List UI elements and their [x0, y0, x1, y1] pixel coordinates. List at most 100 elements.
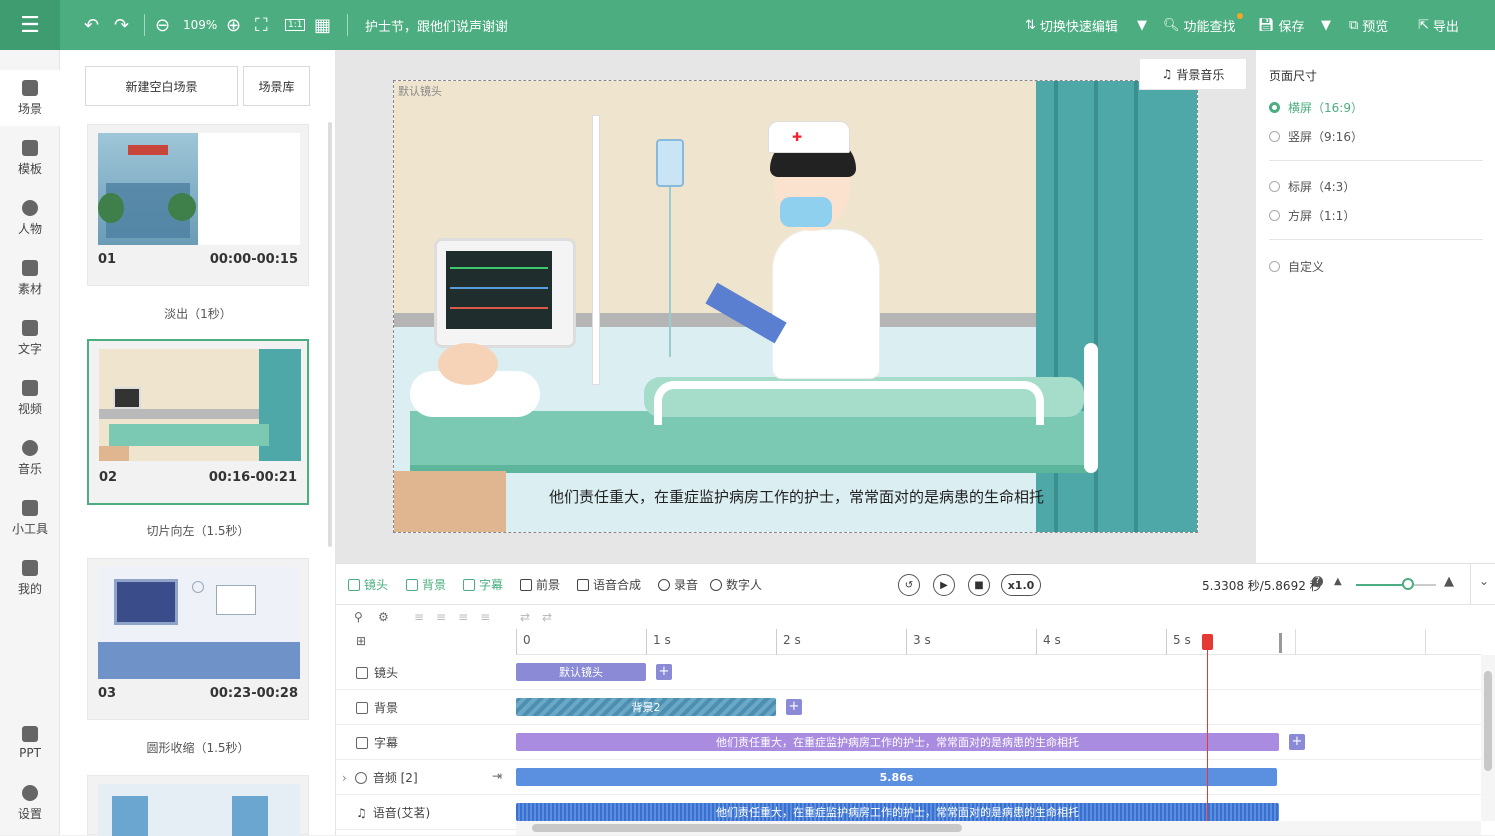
camera-icon [356, 666, 368, 679]
ecg-line [450, 267, 548, 269]
nav-item-video[interactable]: 视频 [0, 370, 60, 426]
tab-background[interactable]: 背景 [406, 576, 446, 593]
playhead-handle[interactable] [1202, 634, 1213, 650]
scene-transition[interactable]: 淡出（1秒） [87, 305, 309, 322]
stop-icon[interactable]: ■ [968, 574, 990, 596]
collapse-icon[interactable]: ⌄ [1479, 574, 1489, 588]
add-shot-button[interactable]: + [656, 664, 672, 680]
replay-icon[interactable]: ↺ [898, 574, 920, 596]
project-title[interactable]: 护士节，跟他们说声谢谢 [365, 0, 508, 50]
chevron-down-icon[interactable]: ▼ [1321, 0, 1331, 50]
menu-icon[interactable]: ☰ [0, 0, 60, 50]
grid-icon[interactable]: ▦ [314, 0, 331, 50]
scene-card-01[interactable]: 01 00:00-00:15 [87, 124, 309, 286]
nav-item-scene[interactable]: 场景 [0, 70, 60, 126]
tab-digital-human[interactable]: 数字人 [710, 576, 762, 593]
switch-edit-button[interactable]: ⇅ 切换快速编辑 [1025, 0, 1118, 50]
audio-clip[interactable]: 5.86s [516, 768, 1277, 786]
subtitle-text[interactable]: 他们责任重大，在重症监护病房工作的护士，常常面对的是病患的生命相托 [394, 486, 1197, 507]
radio-icon [1269, 210, 1280, 221]
play-icon[interactable]: ▶ [933, 574, 955, 596]
track-settings-icon[interactable]: ⚙ [378, 610, 389, 624]
add-background-button[interactable]: + [786, 699, 802, 715]
scene-thumbnail [98, 567, 300, 679]
new-blank-scene-button[interactable]: 新建空白场景 [85, 66, 238, 106]
ecg-line [450, 287, 548, 289]
horizontal-scrollbar[interactable] [516, 821, 1481, 835]
bg-music-button[interactable]: ♫ 背景音乐 [1139, 58, 1247, 90]
time-ruler[interactable]: 0 1 s 2 s 3 s 4 s 5 s [516, 629, 1481, 655]
scene-panel: 新建空白场景 场景库 01 00:00-00:15 淡出（1秒） 02 00:1… [60, 50, 336, 836]
redo-icon[interactable]: ↷ [114, 0, 129, 50]
save-button[interactable]: 💾︎ 保存 [1258, 0, 1305, 50]
radio-landscape[interactable]: 横屏（16:9） [1269, 99, 1363, 116]
scene-transition[interactable]: 圆形收缩（1.5秒） [87, 739, 309, 756]
nav-item-ppt[interactable]: PPT [0, 715, 60, 771]
background-icon [356, 701, 368, 714]
tab-record[interactable]: 录音 [658, 576, 698, 593]
camera-icon [348, 578, 360, 591]
tab-tts[interactable]: 语音合成 [577, 576, 641, 593]
nav-item-tools[interactable]: 小工具 [0, 490, 60, 546]
fullscreen-icon[interactable]: ⛶ [255, 0, 268, 50]
radio-portrait[interactable]: 竖屏（9:16） [1269, 128, 1363, 145]
scene-thumbnail [98, 784, 300, 836]
find-feature-button[interactable]: 🔍︎ 功能查找 [1163, 0, 1236, 50]
vertical-scrollbar[interactable] [1481, 655, 1495, 821]
ruler-tick: 1 s [646, 629, 671, 655]
nav-item-material[interactable]: 素材 [0, 250, 60, 306]
radio-standard[interactable]: 标屏（4:3） [1269, 178, 1355, 195]
export-button[interactable]: ⇱ 导出 [1418, 0, 1459, 50]
radio-icon [1269, 102, 1280, 113]
voice-clip[interactable]: 他们责任重大，在重症监护病房工作的护士，常常面对的是病患的生命相托 [516, 803, 1279, 821]
zoom-slider-handle[interactable] [1402, 578, 1414, 590]
vertical-scroll-thumb[interactable] [1484, 671, 1492, 771]
stage[interactable]: ✚ 默认镜头 他们责任重大，在重症监护病房工作的护士，常常面对的是病患的生命相托 [393, 80, 1198, 533]
add-subtitle-button[interactable]: + [1289, 734, 1305, 750]
end-marker[interactable] [1279, 633, 1282, 653]
preview-button[interactable]: ⧉ 预览 [1349, 0, 1388, 50]
nav-item-text[interactable]: 文字 [0, 310, 60, 366]
nav-item-character[interactable]: 人物 [0, 190, 60, 246]
nav-item-template[interactable]: 模板 [0, 130, 60, 186]
divider [1470, 564, 1471, 604]
layout-icon[interactable]: ⊞ [356, 634, 366, 648]
chevron-down-icon[interactable]: ▼ [1137, 0, 1147, 50]
nurse-body [772, 229, 880, 379]
ruler-tick: 2 s [776, 629, 801, 655]
radio-custom[interactable]: 自定义 [1269, 258, 1324, 275]
nav-item-settings[interactable]: 设置 [0, 775, 60, 831]
scene-card-04[interactable] [87, 775, 309, 836]
zoom-in-icon[interactable]: ⊕ [226, 0, 241, 50]
playhead[interactable] [1207, 636, 1208, 822]
scene-transition[interactable]: 切片向左（1.5秒） [87, 522, 309, 539]
zoom-out-icon[interactable]: ⊖ [155, 0, 170, 50]
nav-item-music[interactable]: 音乐 [0, 430, 60, 486]
ecg-line [450, 307, 548, 309]
radio-square[interactable]: 方屏（1:1） [1269, 207, 1355, 224]
zoom-small-icon[interactable]: ▲ [1334, 576, 1342, 587]
shot-clip[interactable]: 默认镜头 [516, 663, 646, 681]
filter-icon[interactable]: ⚲ [354, 610, 363, 624]
horizontal-scroll-thumb[interactable] [532, 824, 962, 832]
canvas-area: ✚ 默认镜头 他们责任重大，在重症监护病房工作的护士，常常面对的是病患的生命相托… [336, 50, 1255, 563]
background-clip[interactable]: 背景2 [516, 698, 776, 716]
chevron-right-icon[interactable]: › [342, 771, 347, 785]
scene-card-02[interactable]: 02 00:16-00:21 [87, 339, 309, 505]
import-icon[interactable]: ⇥ [492, 769, 502, 783]
subtitle-clip[interactable]: 他们责任重大，在重症监护病房工作的护士，常常面对的是病患的生命相托 [516, 733, 1279, 751]
speed-button[interactable]: x1.0 [1001, 574, 1041, 596]
scene-library-button[interactable]: 场景库 [243, 66, 310, 106]
help-icon[interactable]: ? [1312, 576, 1323, 587]
scene-scrollbar[interactable] [328, 122, 332, 547]
tab-subtitle[interactable]: 字幕 [463, 576, 503, 593]
scene-card-03[interactable]: 03 00:23-00:28 [87, 558, 309, 720]
nav-item-mine[interactable]: 我的 [0, 550, 60, 606]
ratio-icon[interactable]: 1:1 [285, 0, 306, 50]
zoom-large-icon[interactable]: ▲ [1444, 574, 1454, 589]
tab-shot[interactable]: 镜头 [348, 576, 388, 593]
tab-foreground[interactable]: 前景 [520, 576, 560, 593]
iv-pole [592, 115, 600, 385]
undo-icon[interactable]: ↶ [84, 0, 99, 50]
track-label: ♫ 语音(艾茗) [356, 805, 431, 821]
